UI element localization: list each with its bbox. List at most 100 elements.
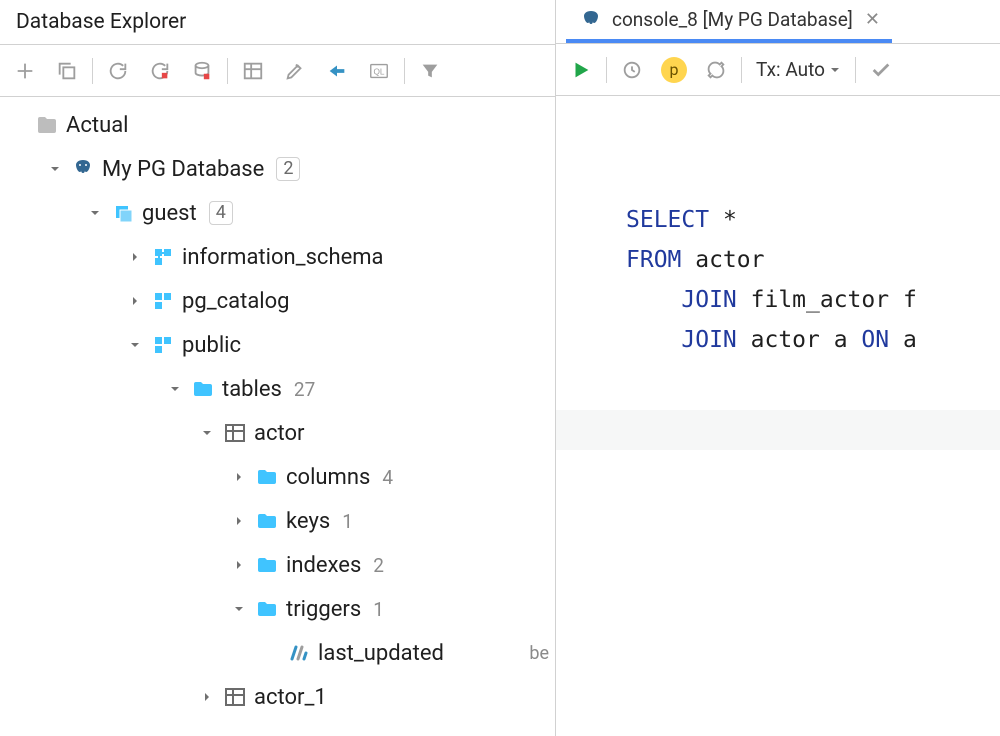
add-icon[interactable] xyxy=(6,52,44,90)
chevron-right-icon[interactable] xyxy=(198,688,216,706)
separator xyxy=(404,58,405,84)
current-line-highlight xyxy=(556,410,1000,450)
schema-icon xyxy=(150,332,176,358)
separator xyxy=(855,57,856,83)
chevron-right-icon[interactable] xyxy=(126,292,144,310)
sql-token: * xyxy=(709,207,737,233)
sql-token: film_actor f xyxy=(737,287,917,313)
tree-trigger-last-updated[interactable]: last_updated be xyxy=(0,631,555,675)
count-badge: 2 xyxy=(276,157,300,181)
folder-icon xyxy=(34,112,60,138)
tree-table-actor[interactable]: actor xyxy=(0,411,555,455)
tree-label: pg_catalog xyxy=(182,289,290,314)
sql-keyword: JOIN xyxy=(681,327,736,353)
tree-folder-columns[interactable]: columns 4 xyxy=(0,455,555,499)
panel-title: Database Explorer xyxy=(0,0,555,45)
tree-label: tables xyxy=(222,377,282,402)
folder-icon xyxy=(190,376,216,402)
editor-toolbar: p Tx: Auto xyxy=(556,44,1000,96)
tree-label: actor xyxy=(254,421,304,446)
explorer-toolbar: QL xyxy=(0,45,555,97)
session-badge[interactable]: p xyxy=(655,51,693,89)
filter-icon[interactable] xyxy=(411,52,449,90)
sql-token: actor xyxy=(681,247,764,273)
trigger-icon xyxy=(286,640,312,666)
schema-icon xyxy=(150,288,176,314)
jump-to-source-icon[interactable] xyxy=(318,52,356,90)
chevron-down-icon[interactable] xyxy=(126,336,144,354)
postgres-icon xyxy=(578,10,604,30)
tree-label: indexes xyxy=(286,553,361,578)
sql-keyword: SELECT xyxy=(626,207,709,233)
chevron-down-icon[interactable] xyxy=(46,160,64,178)
chevron-right-icon[interactable] xyxy=(230,556,248,574)
tree-schema-public[interactable]: public xyxy=(0,323,555,367)
folder-icon xyxy=(254,464,280,490)
database-tree[interactable]: Actual My PG Database 2 guest 4 informat… xyxy=(0,97,555,736)
count-label: 2 xyxy=(373,554,384,577)
tree-label: information_schema xyxy=(182,245,384,270)
history-icon[interactable] xyxy=(613,51,651,89)
tree-folder-triggers[interactable]: triggers 1 xyxy=(0,587,555,631)
stop-refresh-icon[interactable] xyxy=(141,52,179,90)
tree-schema-pg-catalog[interactable]: pg_catalog xyxy=(0,279,555,323)
tree-database[interactable]: My PG Database 2 xyxy=(0,147,555,191)
tree-folder-indexes[interactable]: indexes 2 xyxy=(0,543,555,587)
chevron-down-icon[interactable] xyxy=(230,600,248,618)
separator xyxy=(606,57,607,83)
run-icon[interactable] xyxy=(562,51,600,89)
table-view-icon[interactable] xyxy=(234,52,272,90)
count-label: 1 xyxy=(373,598,384,621)
close-icon[interactable]: ✕ xyxy=(865,9,880,30)
sql-keyword: FROM xyxy=(626,247,681,273)
separator xyxy=(227,58,228,84)
tree-root-actual[interactable]: Actual xyxy=(0,103,555,147)
chevron-right-icon[interactable] xyxy=(126,248,144,266)
separator xyxy=(92,58,93,84)
revert-icon[interactable] xyxy=(183,52,221,90)
database-explorer-panel: Database Explorer QL Actual xyxy=(0,0,556,736)
tree-folder-tables[interactable]: tables 27 xyxy=(0,367,555,411)
duplicate-icon[interactable] xyxy=(48,52,86,90)
postgres-icon xyxy=(70,156,96,182)
table-icon xyxy=(222,684,248,710)
chevron-down-icon[interactable] xyxy=(166,380,184,398)
tree-folder-keys[interactable]: keys 1 xyxy=(0,499,555,543)
chevron-right-icon[interactable] xyxy=(230,512,248,530)
tree-label: columns xyxy=(286,465,370,490)
tree-label: triggers xyxy=(286,597,361,622)
tree-schema-information-schema[interactable]: information_schema xyxy=(0,235,555,279)
tree-table-actor-1[interactable]: actor_1 xyxy=(0,675,555,719)
schema-icon xyxy=(150,244,176,270)
folder-icon xyxy=(254,596,280,622)
sql-token: actor a xyxy=(737,327,862,353)
database-stack-icon xyxy=(110,200,136,226)
folder-icon xyxy=(254,552,280,578)
tx-mode-dropdown[interactable]: Tx: Auto xyxy=(748,58,849,81)
tx-label: Tx: Auto xyxy=(756,58,825,81)
refresh-icon[interactable] xyxy=(99,52,137,90)
separator xyxy=(741,57,742,83)
tree-user-guest[interactable]: guest 4 xyxy=(0,191,555,235)
count-badge: 4 xyxy=(209,201,233,225)
sql-editor[interactable]: SELECT * FROM actor JOIN film_actor f JO… xyxy=(556,96,1000,736)
tree-label: My PG Database xyxy=(102,157,264,182)
count-label: 1 xyxy=(342,510,353,533)
commit-icon[interactable] xyxy=(862,51,900,89)
tree-label: guest xyxy=(142,201,197,226)
chevron-right-icon[interactable] xyxy=(230,468,248,486)
svg-text:QL: QL xyxy=(374,67,385,76)
editor-panel: console_8 [My PG Database] ✕ p Tx: Auto … xyxy=(556,0,1000,736)
tree-label: last_updated xyxy=(318,641,444,666)
sql-token: a xyxy=(889,327,917,353)
chevron-down-icon[interactable] xyxy=(86,204,104,222)
ql-icon[interactable]: QL xyxy=(360,52,398,90)
editor-tab-console-8[interactable]: console_8 [My PG Database] ✕ xyxy=(566,0,892,43)
editor-tabbar: console_8 [My PG Database] ✕ xyxy=(556,0,1000,44)
sql-keyword: ON xyxy=(861,327,889,353)
sql-keyword: JOIN xyxy=(681,287,736,313)
tree-label: Actual xyxy=(66,113,129,138)
settings-icon[interactable] xyxy=(697,51,735,89)
chevron-down-icon[interactable] xyxy=(198,424,216,442)
edit-icon[interactable] xyxy=(276,52,314,90)
